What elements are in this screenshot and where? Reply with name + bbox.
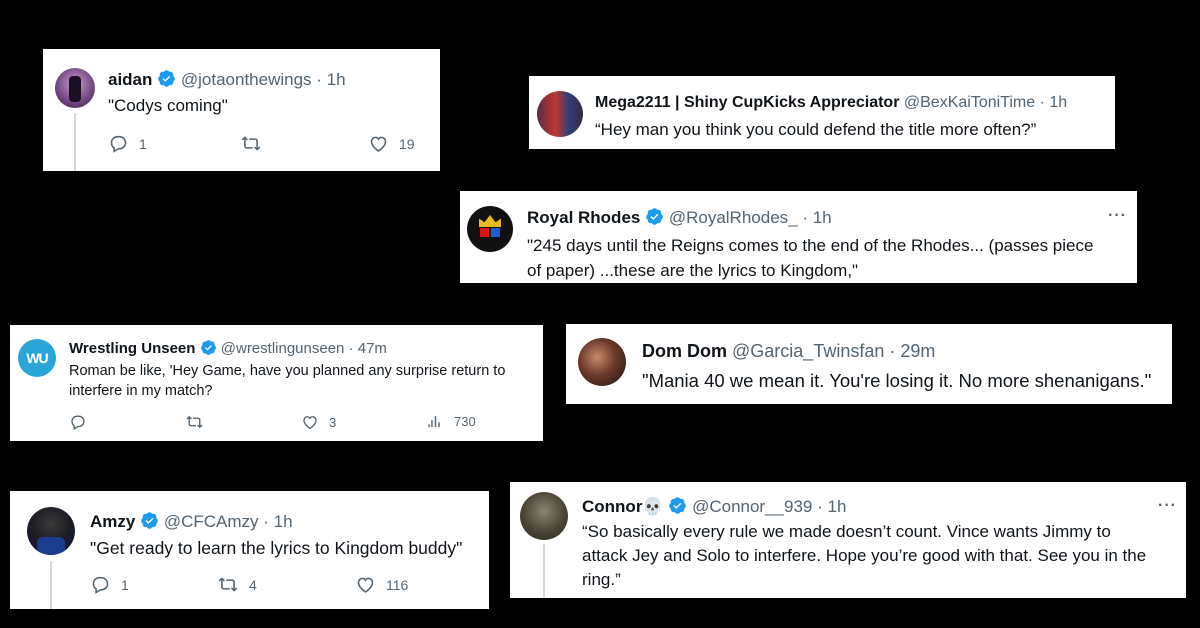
avatar[interactable] [520, 492, 568, 540]
tweet-text-line: attack Jey and Solo to interfere. Hope y… [582, 546, 1147, 565]
user-handle[interactable]: @jotaonthewings [181, 70, 312, 89]
like-icon [368, 133, 389, 154]
tweet-card-aidan[interactable]: aidan @jotaonthewings · 1h "Codys coming… [43, 49, 440, 171]
reply-icon [69, 413, 87, 431]
user-name[interactable]: Mega2211 | Shiny CupKicks Appreciator [595, 94, 899, 111]
tweet-time[interactable]: · 1h [817, 497, 846, 516]
like-count: 19 [399, 135, 415, 152]
reply-button[interactable]: 1 [90, 574, 129, 595]
tweet-time[interactable]: · 1h [316, 70, 345, 89]
reply-icon [90, 574, 111, 595]
tweet-text: "Get ready to learn the lyrics to Kingdo… [90, 538, 463, 558]
like-count: 116 [386, 576, 409, 593]
like-button[interactable]: 3 [301, 413, 336, 431]
reply-button[interactable]: 1 [108, 133, 147, 154]
tweet-text-line: of paper) ...these are the lyrics to Kin… [527, 261, 859, 280]
tweet-text-line: “So basically every rule we made doesn’t… [582, 522, 1111, 541]
tweet-card-wrestling-unseen[interactable]: WU Wrestling Unseen @wrestlingunseen · 4… [10, 325, 543, 441]
tweet-time[interactable]: · 29m [889, 341, 935, 361]
like-count: 3 [329, 414, 337, 430]
retweet-icon [185, 413, 204, 431]
thread-line [543, 544, 545, 598]
user-handle[interactable]: @wrestlingunseen [221, 340, 345, 357]
like-icon [301, 413, 319, 431]
avatar[interactable] [27, 507, 75, 555]
avatar[interactable] [467, 206, 513, 252]
avatar[interactable] [55, 68, 95, 108]
verified-badge-icon [200, 339, 217, 356]
more-icon[interactable]: ··· [1158, 497, 1177, 515]
reply-count: 1 [139, 135, 147, 152]
user-handle[interactable]: @BexKaiToniTime [904, 94, 1035, 111]
views-button[interactable]: 730 [427, 413, 476, 430]
thread-line [50, 561, 52, 609]
like-button[interactable]: 116 [355, 574, 408, 595]
reply-button[interactable] [69, 413, 87, 431]
tweet-time[interactable]: · 47m [349, 340, 387, 357]
views-icon [427, 413, 444, 430]
tweet-text: "Codys coming" [108, 96, 228, 115]
like-button[interactable]: 19 [368, 133, 415, 154]
tweet-card-connor[interactable]: Connor💀 @Connor__939 · 1h ··· “So basica… [510, 482, 1186, 598]
verified-badge-icon [645, 207, 664, 226]
retweet-button[interactable]: 4 [217, 574, 257, 595]
user-name[interactable]: Amzy [90, 512, 135, 531]
retweet-count: 4 [249, 576, 257, 593]
avatar[interactable]: WU [18, 339, 56, 377]
avatar-logo-text: WU [26, 350, 48, 366]
tweet-text-line: "245 days until the Reigns comes to the … [527, 236, 1094, 255]
user-name[interactable]: aidan [108, 70, 152, 89]
reply-icon [108, 133, 129, 154]
tweet-text: “So basically every rule we made doesn’t… [582, 520, 1146, 592]
user-handle[interactable]: @Connor__939 [692, 497, 812, 516]
retweet-icon [217, 574, 239, 595]
tweet-time[interactable]: · 1h [802, 208, 831, 227]
verified-badge-icon [140, 511, 159, 530]
user-name[interactable]: Royal Rhodes [527, 208, 640, 227]
tweet-time[interactable]: · 1h [1040, 94, 1068, 111]
user-handle[interactable]: @Garcia_Twinsfan [732, 341, 884, 361]
more-icon[interactable]: ··· [1108, 207, 1127, 225]
tweet-card-royal-rhodes[interactable]: Royal Rhodes @RoyalRhodes_ · 1h ··· "245… [460, 191, 1137, 283]
user-name[interactable]: Connor💀 [582, 497, 664, 516]
tweet-time[interactable]: · 1h [263, 512, 292, 531]
tweet-text: "Mania 40 we mean it. You're losing it. … [642, 370, 1152, 391]
tweet-text-line: interfere in my match? [69, 383, 213, 399]
retweet-icon [240, 133, 262, 154]
thread-line [74, 113, 76, 171]
reply-count: 1 [121, 576, 129, 593]
tweet-card-dom-dom[interactable]: Dom Dom @Garcia_Twinsfan · 29m "Mania 40… [566, 324, 1172, 404]
tweet-card-mega2211[interactable]: Mega2211 | Shiny CupKicks Appreciator @B… [529, 76, 1115, 149]
user-handle[interactable]: @CFCAmzy [164, 512, 259, 531]
retweet-button[interactable] [240, 133, 262, 154]
user-handle[interactable]: @RoyalRhodes_ [669, 208, 798, 227]
user-name[interactable]: Wrestling Unseen [69, 340, 195, 357]
tweet-text: Roman be like, 'Hey Game, have you plann… [69, 361, 505, 401]
retweet-button[interactable] [185, 413, 204, 431]
avatar[interactable] [537, 91, 583, 137]
tweet-text: "245 days until the Reigns comes to the … [527, 233, 1093, 283]
avatar[interactable] [578, 338, 626, 386]
tweet-text-line: Roman be like, 'Hey Game, have you plann… [69, 363, 506, 379]
user-name[interactable]: Dom Dom [642, 341, 727, 361]
tweet-text: “Hey man you think you could defend the … [595, 120, 1037, 139]
verified-badge-icon [668, 496, 687, 515]
like-icon [355, 574, 376, 595]
verified-badge-icon [157, 69, 176, 88]
tweet-card-amzy[interactable]: Amzy @CFCAmzy · 1h "Get ready to learn t… [10, 491, 489, 609]
tweet-text-line: ring.” [582, 570, 621, 589]
views-count: 730 [454, 414, 476, 429]
